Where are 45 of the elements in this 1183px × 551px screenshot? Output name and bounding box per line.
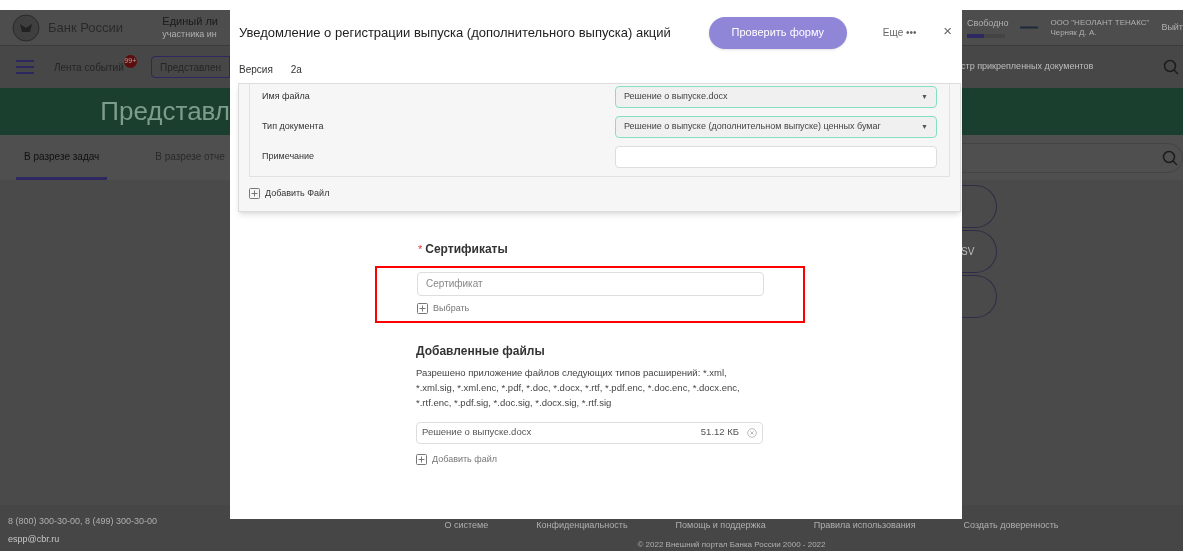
plus-icon — [417, 302, 428, 314]
file-name: Решение о выпуске.docx — [422, 425, 533, 440]
logout-link[interactable]: Выйт — [1161, 20, 1183, 35]
footer-email[interactable]: espp@cbr.ru — [8, 532, 308, 546]
check-form-button[interactable]: Проверить форму — [708, 16, 847, 49]
footer-link[interactable]: Правила использования — [813, 519, 916, 533]
more-button[interactable]: Еще ••• — [882, 25, 917, 40]
version-label: Версия — [239, 62, 273, 77]
menu-icon[interactable] — [16, 60, 34, 74]
close-button[interactable]: × — [943, 20, 952, 43]
added-files-heading: Добавленные файлы — [416, 342, 546, 360]
certificate-field[interactable]: Сертификат — [417, 271, 764, 296]
footer-link[interactable]: О системе — [444, 519, 489, 533]
banner-title: Представл — [100, 95, 230, 128]
copyright: © 2022 Внешний портал Банка России 2000 - 2022 — [637, 538, 826, 551]
version-value: 2а — [290, 62, 302, 77]
field-label: Примечание — [262, 150, 316, 164]
emblem-icon — [12, 13, 40, 42]
choose-button[interactable]: Выбрать — [417, 301, 803, 315]
note-field[interactable] — [615, 146, 937, 168]
dialog-title: Уведомление о регистрации выпуска (дополнительного выпуска) акций — [239, 23, 671, 42]
dash-icon — [1020, 26, 1039, 29]
view-tab[interactable]: В разрезе задач — [16, 135, 108, 180]
file-size: 51.12 КБ — [700, 425, 739, 440]
add-file-button[interactable]: Добавить Файл — [249, 187, 330, 201]
footer-link[interactable]: Создать доверенность — [963, 519, 1059, 533]
portal-subtitle: участника ин — [162, 28, 218, 40]
search-icon[interactable] — [1163, 59, 1179, 75]
plus-icon — [249, 188, 260, 200]
storage-label: Свободно — [967, 16, 1009, 30]
remove-icon[interactable] — [747, 427, 757, 438]
search-icon[interactable] — [1162, 149, 1178, 166]
field-label: Имя файла — [262, 90, 311, 104]
user-name: Черняк Д. А. — [1050, 27, 1098, 38]
company-name: ООО "НЕОЛАНТ ТЕНАКС" — [1050, 17, 1150, 28]
add-file-button[interactable]: Добавить файл — [416, 452, 806, 466]
required-mark: * — [418, 241, 423, 257]
footer-link[interactable]: Конфиденциальность — [536, 519, 628, 533]
registry-link[interactable]: стр прикрепленных документов — [961, 60, 1094, 74]
allowed-types-text: Разрешено приложение файлов следующих типов расширений: *.xml, *.xml.sig, *.xml.enc, *.pdf, *.doc, *.docx, *.rtf, *.pdf.enc, *.doc.enc, *.docx.enc, *.rtf.enc, *.pdf.sig, *.doc.sig, *.docx.sig, *.rtf.sig — [416, 365, 741, 410]
footer-link[interactable]: Помощь и поддержка — [675, 519, 766, 533]
field-label: Тип документа — [262, 120, 325, 134]
plus-icon — [416, 453, 427, 465]
footer-phones: 8 (800) 300-30-00, 8 (499) 300-30-00 — [8, 515, 159, 528]
certificates-heading: Сертификаты — [425, 240, 508, 258]
